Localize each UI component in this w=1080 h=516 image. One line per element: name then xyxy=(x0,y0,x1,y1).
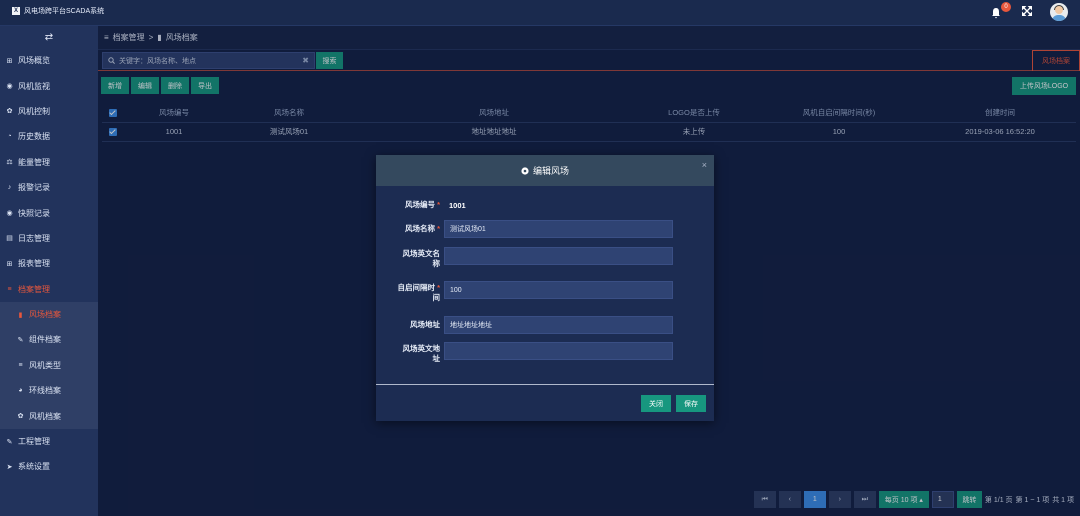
sidebar-item-label: 快照记录 xyxy=(18,208,50,218)
sidebar-item-label: 系统设置 xyxy=(18,462,50,472)
sidebar-subitem-component-archive[interactable]: ✎ 组件档案 xyxy=(0,327,98,352)
field-label: 风场编号 * xyxy=(404,200,440,209)
sidebar-item-label: 档案管理 xyxy=(18,284,50,294)
table-icon: ⊞ xyxy=(6,260,13,268)
dialog-title: 编辑风场 xyxy=(532,166,569,176)
sidebar-item-label: 风机档案 xyxy=(29,411,61,421)
field-label: 风场名称 * xyxy=(404,224,440,233)
english-name-input[interactable] xyxy=(444,247,673,265)
list-icon: ≡ xyxy=(7,285,12,293)
field-code: 风场编号 * 1001 xyxy=(376,198,714,212)
dialog-header: 编辑风场 × xyxy=(376,155,714,186)
field-label: 风场英文地址 xyxy=(402,344,441,363)
globe-icon: ◕ xyxy=(18,387,23,395)
sidebar-item-alarm-records[interactable]: ♪ 报警记录 xyxy=(0,175,98,200)
app-logo-icon: X xyxy=(12,7,20,15)
sidebar-item-label: 环线档案 xyxy=(29,386,61,396)
document-icon: ▤ xyxy=(6,235,13,243)
close-icon[interactable]: × xyxy=(702,160,707,170)
sidebar-subitem-turbine-type[interactable]: ≡ 风机类型 xyxy=(0,353,98,378)
sidebar-subitem-turbine-archive[interactable]: ✿ 风机档案 xyxy=(0,403,98,428)
sidebar-subitem-wind-farm-archive[interactable]: ▮ 风场档案 xyxy=(0,302,98,327)
sidebar-subitem-loop-archive[interactable]: ◕ 环线档案 xyxy=(0,378,98,403)
name-input[interactable]: 测试风场01 xyxy=(444,220,673,238)
bookmark-icon: ▮ xyxy=(18,311,23,319)
list-icon: ≡ xyxy=(18,361,23,369)
bell-icon: ♪ xyxy=(7,184,12,192)
sidebar-item-label: 风机控制 xyxy=(18,106,50,116)
field-name: 风场名称 * 测试风场01 xyxy=(376,220,714,238)
pie-chart-icon: ◔ xyxy=(7,133,12,141)
notification-button[interactable]: 0 xyxy=(990,2,1011,20)
field-label: 风场英文名称 xyxy=(402,249,441,268)
field-label: 自启间隔时 * 间 xyxy=(397,283,440,302)
user-avatar[interactable] xyxy=(1050,3,1068,21)
sidebar-item-energy-management[interactable]: ⚖ 能量管理 xyxy=(0,150,98,175)
interval-input[interactable]: 100 xyxy=(444,281,673,299)
sidebar-item-system-settings[interactable]: ➤ 系统设置 xyxy=(0,454,98,479)
sidebar-item-label: 风机监视 xyxy=(18,81,50,91)
sidebar-item-label: 工程管理 xyxy=(18,437,50,447)
fullscreen-button[interactable] xyxy=(1021,5,1033,18)
app-title-text: 风电场跨平台SCADA系统 xyxy=(24,8,105,15)
notification-badge: 0 xyxy=(1001,2,1011,12)
field-english-name: 风场英文名称 xyxy=(376,247,714,271)
sidebar-item-label: 报表管理 xyxy=(18,259,50,269)
camera-icon: ◉ xyxy=(6,83,13,91)
sidebar: ⇄ ⊞ 风场概览 ◉ 风机监视 ✿ 风机控制 ◔ 历史数据 ⚖ 能量管理 ♪ 报警记录 ◉ 快… xyxy=(0,26,98,516)
archive-submenu: ▮ 风场档案 ✎ 组件档案 ≡ 风机类型 ◕ 环线档案 ✿ 风机档案 xyxy=(0,301,98,429)
send-icon: ➤ xyxy=(6,463,13,471)
field-label: 风场地址 xyxy=(410,320,440,329)
sidebar-item-turbine-monitor[interactable]: ◉ 风机监视 xyxy=(0,73,98,98)
sidebar-item-label: 风场概览 xyxy=(18,56,50,66)
code-value: 1001 xyxy=(449,200,466,210)
bell-icon xyxy=(992,8,1000,19)
fullscreen-icon xyxy=(1021,5,1033,17)
sidebar-item-history-data[interactable]: ◔ 历史数据 xyxy=(0,124,98,149)
camera-icon: ◉ xyxy=(6,210,13,218)
sidebar-item-label: 历史数据 xyxy=(18,132,50,142)
sidebar-item-archive-management[interactable]: ≡ 档案管理 xyxy=(0,277,98,302)
gear-icon: ✿ xyxy=(17,413,24,421)
sidebar-item-label: 报警记录 xyxy=(18,183,50,193)
close-button[interactable]: 关闭 xyxy=(641,395,671,412)
wrench-icon: ✎ xyxy=(17,336,24,344)
sidebar-toggle-button[interactable]: ⇄ xyxy=(0,26,98,48)
field-address: 风场地址 地址地址地址 xyxy=(376,316,714,334)
swap-arrows-icon: ⇄ xyxy=(44,31,54,43)
address-input[interactable]: 地址地址地址 xyxy=(444,316,673,334)
field-english-address: 风场英文地址 xyxy=(376,342,714,366)
grid-icon: ⊞ xyxy=(6,57,13,65)
sidebar-item-label: 组件档案 xyxy=(29,335,61,345)
sidebar-item-wind-farm-overview[interactable]: ⊞ 风场概览 xyxy=(0,48,98,73)
save-button[interactable]: 保存 xyxy=(676,395,706,412)
edit-wind-farm-dialog: 编辑风场 × 风场编号 * 1001 风场名称 * 测试风场01 风场英文名称 … xyxy=(376,155,714,421)
wrench-icon: ✎ xyxy=(6,438,13,446)
gear-icon: ✿ xyxy=(6,108,13,116)
sidebar-item-label: 日志管理 xyxy=(18,233,50,243)
edit-circle-icon xyxy=(521,166,529,175)
dialog-divider xyxy=(376,384,714,385)
top-bar: X 风电场跨平台SCADA系统 0 xyxy=(0,0,1080,26)
sidebar-item-label: 风场档案 xyxy=(29,310,61,320)
sidebar-item-report-management[interactable]: ⊞ 报表管理 xyxy=(0,251,98,276)
app-title: X 风电场跨平台SCADA系统 xyxy=(12,6,104,16)
sidebar-item-label: 能量管理 xyxy=(18,157,50,167)
sidebar-item-project-management[interactable]: ✎ 工程管理 xyxy=(0,429,98,454)
sidebar-item-log-management[interactable]: ▤ 日志管理 xyxy=(0,226,98,251)
sidebar-item-turbine-control[interactable]: ✿ 风机控制 xyxy=(0,99,98,124)
sidebar-item-snapshot-records[interactable]: ◉ 快照记录 xyxy=(0,200,98,225)
sidebar-item-label: 风机类型 xyxy=(29,360,61,370)
field-start-interval: 自启间隔时 * 间 100 xyxy=(376,281,714,305)
scale-icon: ⚖ xyxy=(6,159,13,167)
english-address-input[interactable] xyxy=(444,342,673,360)
